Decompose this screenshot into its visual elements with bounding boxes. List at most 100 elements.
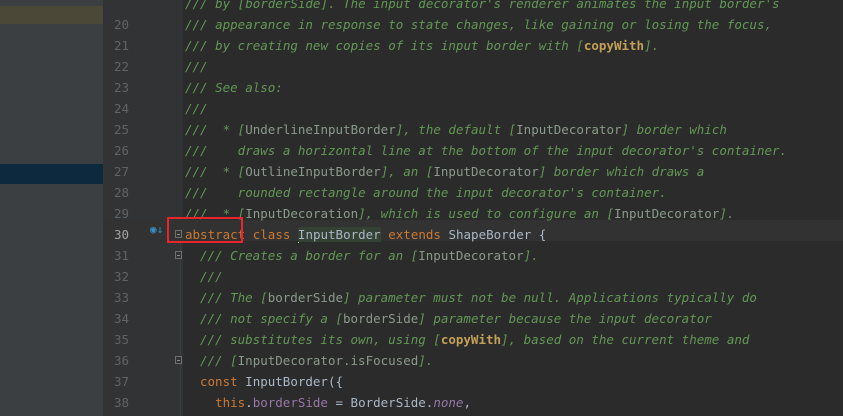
override-icon[interactable]: ◉↓	[150, 224, 163, 236]
code-token: /// See also:	[185, 80, 283, 95]
code-token: none	[433, 395, 464, 410]
code-line[interactable]: 23 /// See also:	[103, 77, 843, 98]
code-token: ].	[644, 38, 660, 53]
code-token: ], based on the current theme and	[501, 332, 750, 347]
code-token: ///	[185, 101, 208, 116]
code-text[interactable]: /// See also:	[185, 77, 283, 98]
code-line[interactable]: 20 /// appearance in response to state ch…	[103, 14, 843, 35]
code-text[interactable]: this.borderSide = BorderSide.none,	[200, 392, 471, 413]
code-token: ], an [	[380, 164, 434, 179]
line-number: 30	[113, 227, 129, 242]
code-line[interactable]: 28 /// rounded rectangle around the input…	[103, 182, 843, 203]
code-line[interactable]: 26 /// draws a horizontal line at the bot…	[103, 140, 843, 161]
code-token: /// The [	[200, 290, 268, 305]
code-text[interactable]: ///	[185, 98, 208, 119]
code-text[interactable]: /// not specify a [borderSide] parameter…	[200, 308, 712, 329]
code-token: InputDecorator	[516, 122, 622, 137]
code-line[interactable]: 36 /// [InputDecorator.isFocused].	[103, 350, 843, 371]
code-token: borderSide	[252, 395, 328, 410]
code-token: ShapeBorder {	[440, 227, 547, 242]
code-token: ] border which draws a	[538, 164, 705, 179]
project-tree-selected-row[interactable]	[0, 164, 103, 184]
code-token: ,	[463, 395, 471, 410]
fold-icon[interactable]	[175, 356, 182, 364]
code-token: InputBorder	[297, 227, 381, 242]
code-token: copyWith	[440, 332, 502, 347]
code-token: /// substitutes its own, using [	[200, 332, 441, 347]
code-token: /// [	[200, 353, 238, 368]
code-token: InputBorder({	[237, 374, 343, 389]
code-text[interactable]: ///	[185, 56, 208, 77]
code-token: /// rounded rectangle around the input d…	[185, 185, 667, 200]
code-line[interactable]: 34 /// not specify a [borderSide] paramet…	[103, 308, 843, 329]
code-token: UnderlineInputBorder	[245, 122, 396, 137]
project-panel	[0, 0, 103, 416]
code-token: ] parameter must not be null. Applicatio…	[343, 290, 757, 305]
line-number: 36	[113, 353, 129, 368]
code-text[interactable]: /// * [OutlineInputBorder], an [InputDec…	[185, 161, 704, 182]
code-line[interactable]: 31 /// Creates a border for an [InputDeco…	[103, 245, 843, 266]
code-token: ].	[418, 353, 434, 368]
line-number: 37	[113, 374, 129, 389]
code-text[interactable]: /// [InputDecorator.isFocused].	[200, 350, 433, 371]
code-line[interactable]: 32 ///	[103, 266, 843, 287]
code-token: /// appearance in response to state chan…	[185, 17, 772, 32]
line-number: 38	[113, 395, 129, 410]
line-number: 31	[113, 248, 129, 263]
line-number: 20	[113, 17, 129, 32]
code-token: InputDecoration	[245, 206, 359, 221]
line-number: 35	[113, 332, 129, 347]
code-token: extends	[388, 227, 441, 242]
project-tree-row[interactable]	[0, 6, 103, 24]
code-text[interactable]: /// by creating new copies of its input …	[185, 35, 659, 56]
code-token: OutlineInputBorder	[245, 164, 381, 179]
code-text[interactable]: ///	[200, 266, 223, 287]
code-token: /// draws a horizontal line at the botto…	[185, 143, 788, 158]
code-line[interactable]: 21 /// by creating new copies of its inpu…	[103, 35, 843, 56]
code-line[interactable]: 22 ///	[103, 56, 843, 77]
code-token: borderSide	[267, 290, 343, 305]
code-token: /// * [	[185, 164, 246, 179]
code-token: InputDecorator.isFocused	[237, 353, 419, 368]
code-text[interactable]: /// * [UnderlineInputBorder], the defaul…	[185, 119, 727, 140]
code-token: /// * [	[185, 122, 246, 137]
code-line[interactable]: 38 this.borderSide = BorderSide.none,	[103, 392, 843, 413]
code-token: class	[252, 227, 291, 242]
code-token: /// by [borderSide]. The input decorator…	[185, 0, 780, 11]
line-number: 27	[113, 164, 129, 179]
fold-icon[interactable]	[175, 251, 182, 259]
line-number: 22	[113, 59, 129, 74]
line-number: 21	[113, 38, 129, 53]
code-token: borderSide	[343, 311, 419, 326]
code-text[interactable]: /// rounded rectangle around the input d…	[185, 182, 667, 203]
code-text[interactable]: /// The [borderSide] parameter must not …	[200, 287, 757, 308]
code-token: InputDecorator	[433, 164, 539, 179]
code-text[interactable]: /// appearance in response to state chan…	[185, 14, 772, 35]
code-text[interactable]: /// substitutes its own, using [copyWith…	[200, 329, 749, 350]
code-text[interactable]: /// Creates a border for an [InputDecora…	[200, 245, 539, 266]
code-line[interactable]: 27 /// * [OutlineInputBorder], an [InputD…	[103, 161, 843, 182]
code-line[interactable]: 35 /// substitutes its own, using [copyWi…	[103, 329, 843, 350]
line-number: 25	[113, 122, 129, 137]
code-token: /// by creating new copies of its input …	[185, 38, 584, 53]
code-text[interactable]: /// draws a horizontal line at the botto…	[185, 140, 787, 161]
code-token: copyWith	[583, 38, 645, 53]
code-token: ///	[185, 59, 208, 74]
code-text[interactable]: /// * [InputDecoration], which is used t…	[185, 203, 734, 224]
code-text[interactable]: const InputBorder({	[200, 371, 343, 392]
code-line[interactable]: 33 /// The [borderSide] parameter must no…	[103, 287, 843, 308]
code-token: = BorderSide.	[327, 395, 434, 410]
code-token: InputDecorator	[418, 248, 524, 263]
code-token: /// not specify a [	[200, 311, 343, 326]
code-line[interactable]: 25 /// * [UnderlineInputBorder], the defa…	[103, 119, 843, 140]
line-number: 32	[113, 269, 129, 284]
code-line[interactable]: /// by [borderSide]. The input decorator…	[103, 0, 843, 14]
code-text[interactable]: /// by [borderSide]. The input decorator…	[185, 0, 780, 14]
line-number: 24	[113, 101, 129, 116]
code-line[interactable]: 24 ///	[103, 98, 843, 119]
code-line[interactable]: 37 const InputBorder({	[103, 371, 843, 392]
code-token: ] border which	[621, 122, 727, 137]
